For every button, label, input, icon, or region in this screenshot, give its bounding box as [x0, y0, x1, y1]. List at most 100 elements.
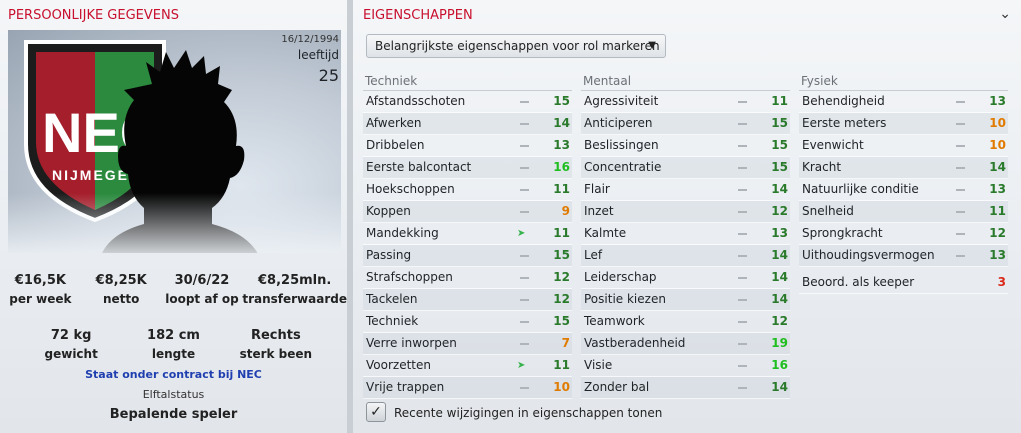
role-highlight-dropdown[interactable]: Belangrijkste eigenschappen voor rol mar…: [366, 34, 666, 58]
attribute-value: 11: [989, 204, 1006, 218]
trend-neutral-icon: [738, 277, 747, 279]
attribute-name: Tackelen: [366, 292, 418, 306]
attribute-value: 9: [561, 204, 570, 218]
attribute-name: Beslissingen: [584, 138, 659, 152]
attribute-name: Vastberadenheid: [584, 336, 686, 350]
attribute-name: Teamwork: [584, 314, 645, 328]
attribute-row[interactable]: Teamwork 12: [581, 311, 790, 333]
attribute-row[interactable]: Flair 14: [581, 179, 790, 201]
attribute-row[interactable]: Strafschoppen 12: [363, 267, 572, 289]
attribute-row[interactable]: Kracht 14: [799, 157, 1008, 179]
trend-neutral-icon: [520, 343, 529, 345]
attribute-row[interactable]: Inzet 12: [581, 201, 790, 223]
attribute-row[interactable]: Kalmte 13: [581, 223, 790, 245]
recent-changes-checkbox[interactable]: ✓: [366, 402, 386, 422]
attribute-row[interactable]: Concentratie 15: [581, 157, 790, 179]
attribute-value: 11: [553, 358, 570, 372]
attribute-value: 12: [771, 314, 788, 328]
attribute-name: Dribbelen: [366, 138, 425, 152]
trend-neutral-icon: [520, 299, 529, 301]
attribute-row[interactable]: Evenwicht 10: [799, 135, 1008, 157]
trend-neutral-icon: [956, 101, 965, 103]
attribute-name: Inzet: [584, 204, 614, 218]
attribute-row[interactable]: Beslissingen 15: [581, 135, 790, 157]
attribute-value: 14: [771, 182, 788, 196]
attribute-row[interactable]: Lef 14: [581, 245, 790, 267]
attribute-row[interactable]: Sprongkracht 12: [799, 223, 1008, 245]
attribute-row[interactable]: Afwerken 14: [363, 113, 572, 135]
attribute-row[interactable]: Dribbelen 13: [363, 135, 572, 157]
stat-value: 182 cm: [147, 328, 200, 343]
chevron-down-icon[interactable]: ⌄: [999, 6, 1011, 22]
attribute-value: 16: [553, 160, 570, 174]
trend-neutral-icon: [738, 211, 747, 213]
attribute-value: 15: [771, 138, 788, 152]
stat-label: loopt af op: [165, 292, 239, 306]
trend-neutral-icon: [520, 101, 529, 103]
keeper-rating-row[interactable]: Beoord. als keeper 3: [799, 272, 1008, 294]
trend-neutral-icon: [520, 387, 529, 389]
attribute-row[interactable]: Koppen 9: [363, 201, 572, 223]
attribute-value: 12: [989, 226, 1006, 240]
attribute-row[interactable]: Agressiviteit 11: [581, 91, 790, 113]
stat-weight: 72 kg gewicht: [20, 328, 122, 361]
attribute-row[interactable]: Uithoudingsvermogen 13: [799, 245, 1008, 267]
attribute-row[interactable]: Natuurlijke conditie 13: [799, 179, 1008, 201]
attribute-row[interactable]: Eerste balcontact 16: [363, 157, 572, 179]
attribute-name: Zonder bal: [584, 380, 650, 394]
attribute-name: Afwerken: [366, 116, 422, 130]
attribute-row[interactable]: Visie 16: [581, 355, 790, 377]
attribute-row[interactable]: Vrije trappen 10: [363, 377, 572, 399]
attribute-row[interactable]: Positie kiezen 14: [581, 289, 790, 311]
attribute-value: 13: [989, 248, 1006, 262]
attribute-row[interactable]: Tackelen 12: [363, 289, 572, 311]
attribute-name: Evenwicht: [802, 138, 864, 152]
attribute-row[interactable]: Leiderschap 14: [581, 267, 790, 289]
attribute-value: 12: [553, 292, 570, 306]
trend-neutral-icon: [956, 123, 965, 125]
attribute-value: 10: [989, 116, 1006, 130]
stat-value: €8,25K: [95, 273, 147, 288]
panel-title-personal: PERSOONLIJKE GEGEVENS: [8, 8, 179, 23]
attribute-row[interactable]: Voorzetten ➤ 11: [363, 355, 572, 377]
attribute-row[interactable]: Passing 15: [363, 245, 572, 267]
attribute-name: Techniek: [366, 314, 419, 328]
attribute-value: 10: [553, 380, 570, 394]
stat-value: 30/6/22: [174, 273, 230, 288]
trend-neutral-icon: [956, 255, 965, 257]
attribute-value: 12: [771, 204, 788, 218]
trend-neutral-icon: [520, 255, 529, 257]
attribute-row[interactable]: Behendigheid 13: [799, 91, 1008, 113]
attribute-name: Eerste balcontact: [366, 160, 472, 174]
attribute-row[interactable]: Verre inworpen 7: [363, 333, 572, 355]
attribute-name: Positie kiezen: [584, 292, 666, 306]
attribute-column-technical: Techniek Afstandsschoten 15 Afwerken 14 Dribb…: [363, 74, 572, 399]
attribute-row[interactable]: Vastberadenheid 19: [581, 333, 790, 355]
stat-wage: €16,5K per week: [0, 273, 81, 306]
attribute-row[interactable]: Anticiperen 15: [581, 113, 790, 135]
trend-neutral-icon: [956, 145, 965, 147]
trend-neutral-icon: [520, 211, 529, 213]
attribute-value: 15: [553, 248, 570, 262]
attribute-value: 11: [553, 182, 570, 196]
attribute-row[interactable]: Hoekschoppen 11: [363, 179, 572, 201]
attribute-value: 13: [989, 94, 1006, 108]
attribute-name: Hoekschoppen: [366, 182, 455, 196]
attribute-name: Lef: [584, 248, 603, 262]
stat-value: Rechts: [250, 328, 301, 343]
trend-neutral-icon: [520, 321, 529, 323]
squad-status-label: Elftalstatus: [142, 388, 205, 401]
attribute-row[interactable]: Eerste meters 10: [799, 113, 1008, 135]
attribute-row[interactable]: Afstandsschoten 15: [363, 91, 572, 113]
attribute-row[interactable]: Zonder bal 14: [581, 377, 790, 399]
attribute-value: 10: [989, 138, 1006, 152]
age-label: leeftijd: [297, 48, 339, 62]
attribute-column-mental: Mentaal Agressiviteit 11 Anticiperen 15 Besli…: [581, 74, 790, 399]
attribute-row[interactable]: Techniek 15: [363, 311, 572, 333]
attribute-value: 14: [771, 270, 788, 284]
attribute-name: Concentratie: [584, 160, 662, 174]
attribute-row[interactable]: Mandekking ➤ 11: [363, 223, 572, 245]
dropdown-label: Belangrijkste eigenschappen voor rol mar…: [375, 39, 660, 53]
attribute-row[interactable]: Snelheid 11: [799, 201, 1008, 223]
contract-club-link[interactable]: Staat onder contract bij NEC: [0, 368, 347, 381]
